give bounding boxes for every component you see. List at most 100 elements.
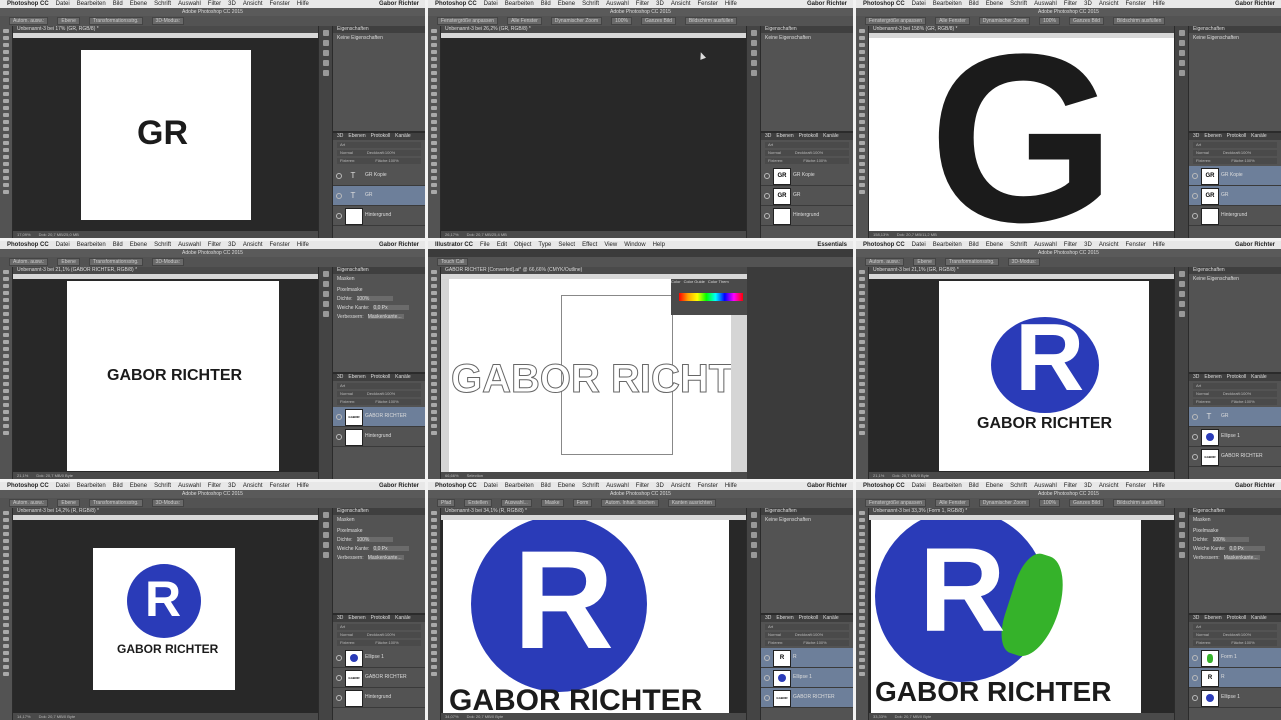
blend-mode[interactable]: Normal xyxy=(1196,391,1209,396)
menu-item[interactable]: Fenster xyxy=(698,483,718,489)
menu-item[interactable]: Ansicht xyxy=(671,1,691,7)
brush-select[interactable]: Touch Call xyxy=(437,258,469,266)
panel-icon[interactable] xyxy=(323,60,329,66)
layer-row[interactable]: Hintergrund xyxy=(1189,206,1281,226)
tool-icon[interactable] xyxy=(859,127,865,131)
tool-icon[interactable] xyxy=(859,417,865,421)
tool-icon[interactable] xyxy=(3,284,9,288)
layer-row[interactable]: Hintergrund xyxy=(333,427,425,447)
visibility-eye-icon[interactable] xyxy=(764,173,770,179)
option-make[interactable]: Erstellen xyxy=(464,499,492,507)
tool-icon[interactable] xyxy=(3,424,9,428)
menu-item[interactable]: Filter xyxy=(1064,242,1077,248)
option-mode3d[interactable]: 3D-Modus: xyxy=(151,258,184,266)
menu-item[interactable]: File xyxy=(480,242,490,248)
tool-icon[interactable] xyxy=(859,148,865,152)
menu-item[interactable]: Schrift xyxy=(582,1,599,7)
panel-icon[interactable] xyxy=(323,311,329,317)
tool-icon[interactable] xyxy=(859,183,865,187)
menu-item[interactable]: Bild xyxy=(541,1,551,7)
fill-value[interactable]: 100% xyxy=(816,158,826,163)
menu-item[interactable]: Datei xyxy=(56,1,70,7)
tool-icon[interactable] xyxy=(431,403,437,407)
option-mode3d[interactable]: 3D-Modus: xyxy=(151,17,184,25)
canvas-area[interactable]: GR xyxy=(13,38,319,231)
opacity-value[interactable]: 100% xyxy=(1241,150,1251,155)
layer-row[interactable]: GABOR RICHTERGABOR RICHTER xyxy=(333,668,425,688)
tool-icon[interactable] xyxy=(431,609,437,613)
tool-icon[interactable] xyxy=(431,169,437,173)
tool-icon[interactable] xyxy=(431,29,437,33)
tool-icon[interactable] xyxy=(431,127,437,131)
tool-icon[interactable] xyxy=(431,389,437,393)
panel-icon[interactable] xyxy=(1179,311,1185,317)
tool-icon[interactable] xyxy=(3,602,9,606)
tool-icon[interactable] xyxy=(859,644,865,648)
tool-icon[interactable] xyxy=(859,71,865,75)
tool-icon[interactable] xyxy=(3,368,9,372)
tool-icon[interactable] xyxy=(859,305,865,309)
tool-icon[interactable] xyxy=(431,396,437,400)
tool-icon[interactable] xyxy=(3,319,9,323)
tool-icon[interactable] xyxy=(3,665,9,669)
panel-icon[interactable] xyxy=(1179,291,1185,297)
option-dynzoom[interactable]: Dynamischer Zoom xyxy=(978,499,1031,507)
tool-icon[interactable] xyxy=(859,602,865,606)
panel-icon[interactable] xyxy=(751,60,757,66)
color-panel-tab[interactable]: Color Guide xyxy=(684,279,705,284)
tool-icon[interactable] xyxy=(3,71,9,75)
panel-icon[interactable] xyxy=(1179,40,1185,46)
tool-icon[interactable] xyxy=(431,595,437,599)
visibility-eye-icon[interactable] xyxy=(764,193,770,199)
tool-icon[interactable] xyxy=(3,375,9,379)
blend-mode-row[interactable]: Normal Deckkraft:100% xyxy=(1193,391,1277,397)
layers-tab[interactable]: Kanäle xyxy=(395,374,411,380)
menu-item[interactable]: Bild xyxy=(969,1,979,7)
tool-icon[interactable] xyxy=(859,431,865,435)
tool-icon[interactable] xyxy=(3,396,9,400)
option-auto[interactable]: Autom. ausw.: xyxy=(9,258,49,266)
panel-icon[interactable] xyxy=(323,542,329,548)
menu-item[interactable]: Schrift xyxy=(1010,1,1027,7)
menu-item[interactable]: Auswahl xyxy=(178,1,201,7)
feather-row[interactable]: Weiche Kante: 0,0 Px xyxy=(1193,546,1277,552)
tool-icon[interactable] xyxy=(431,50,437,54)
menu-item[interactable]: Filter xyxy=(636,1,649,7)
tool-icon[interactable] xyxy=(3,134,9,138)
menu-item[interactable]: Filter xyxy=(1064,1,1077,7)
menu-item[interactable]: Fenster xyxy=(698,1,718,7)
tool-icon[interactable] xyxy=(859,658,865,662)
tool-icon[interactable] xyxy=(859,616,865,620)
tool-icon[interactable] xyxy=(3,333,9,337)
menu-item[interactable]: Datei xyxy=(484,1,498,7)
tool-icon[interactable] xyxy=(3,553,9,557)
menu-item[interactable]: Bearbeiten xyxy=(77,483,106,489)
option-transform[interactable]: Transformationsstrg. xyxy=(88,499,143,507)
option-fit[interactable]: Fenstergröße anpassen xyxy=(865,17,927,25)
menu-item[interactable]: Auswahl xyxy=(606,1,629,7)
tool-icon[interactable] xyxy=(431,141,437,145)
mask-edge-button[interactable]: Maskenkante... xyxy=(1223,555,1260,561)
tool-icon[interactable] xyxy=(859,141,865,145)
menu-item[interactable]: 3D xyxy=(228,242,236,248)
panel-icon[interactable] xyxy=(751,532,757,538)
kind-filter[interactable]: Art xyxy=(765,142,849,148)
option-group[interactable]: Ebene xyxy=(57,17,80,25)
tool-icon[interactable] xyxy=(859,162,865,166)
document-tab[interactable]: GABOR RICHTER [Converted].ai* @ 66,66% (… xyxy=(441,267,747,274)
tool-icon[interactable] xyxy=(3,326,9,330)
layers-tab[interactable]: 3D xyxy=(337,133,343,139)
menu-item[interactable]: Bild xyxy=(969,242,979,248)
tool-icon[interactable] xyxy=(859,312,865,316)
tool-icon[interactable] xyxy=(859,354,865,358)
tool-icon[interactable] xyxy=(431,270,437,274)
panel-icon[interactable] xyxy=(751,70,757,76)
menu-item[interactable]: Ebene xyxy=(986,242,1003,248)
density-value[interactable]: 100% xyxy=(1212,537,1249,543)
tool-icon[interactable] xyxy=(3,382,9,386)
panel-icon[interactable] xyxy=(1179,301,1185,307)
app-menu-name[interactable]: Photoshop CC xyxy=(7,1,49,7)
panel-icon[interactable] xyxy=(323,532,329,538)
panel-icon[interactable] xyxy=(323,552,329,558)
visibility-eye-icon[interactable] xyxy=(1192,193,1198,199)
